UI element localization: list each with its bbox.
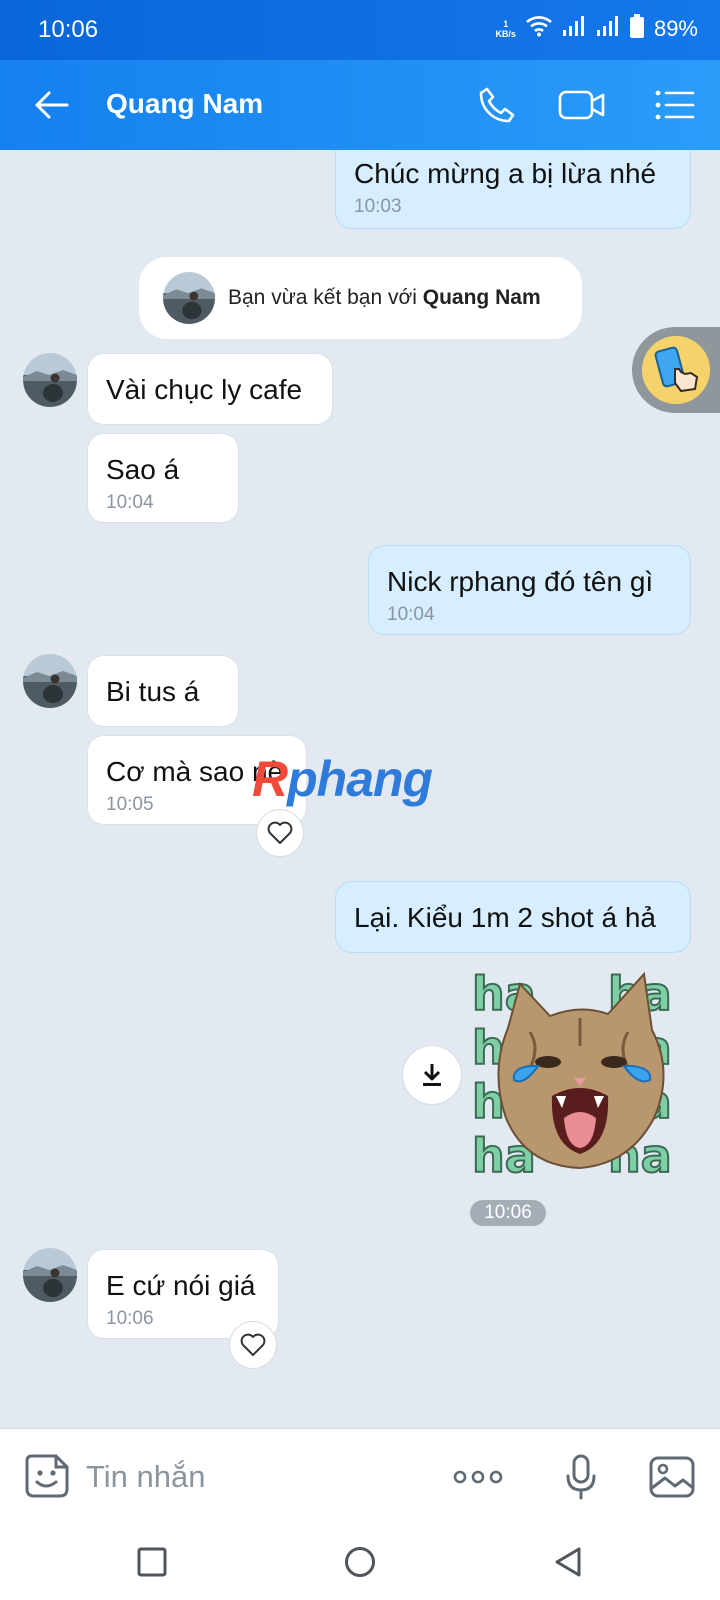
status-time: 10:06 [38, 16, 99, 43]
avatar[interactable] [163, 272, 215, 324]
message-bubble-incoming[interactable]: Vài chục ly cafe [88, 354, 332, 424]
phone-tap-icon [654, 346, 699, 393]
chat-area[interactable]: Chúc mừng a bị lừa nhé 10:03 Bạn vừa kết… [0, 150, 720, 1428]
video-call-icon [558, 90, 605, 120]
avatar[interactable] [23, 654, 77, 708]
status-bar: 10:06 1 KB/s 89% [0, 0, 720, 60]
recents-button[interactable] [128, 1538, 176, 1586]
status-icons: 1 KB/s 89% [495, 14, 698, 43]
system-nav-bar [0, 1524, 720, 1600]
more-dots-icon [453, 1470, 503, 1484]
back-arrow-icon [35, 91, 69, 119]
battery-percent: 89% [653, 15, 698, 41]
image-icon [649, 1456, 695, 1498]
react-heart-button[interactable] [230, 1322, 276, 1368]
emoji-button[interactable] [22, 1451, 72, 1501]
voice-message-button[interactable] [555, 1451, 607, 1503]
react-heart-button[interactable] [257, 810, 303, 856]
phone-icon [479, 87, 515, 123]
download-icon [423, 1064, 441, 1086]
triangle-back-icon [555, 1547, 581, 1577]
back-button[interactable] [28, 82, 76, 128]
friend-added-notice: Bạn vừa kết bạn với Quang Nam [139, 257, 582, 339]
message-bubble-outgoing[interactable]: Nick rphang đó tên gì 10:04 [369, 546, 690, 634]
message-bubble-incoming[interactable]: Sao á 10:04 [88, 434, 238, 522]
message-bubble-incoming[interactable]: Bi tus á [88, 656, 238, 726]
image-picker-button[interactable] [646, 1451, 698, 1503]
message-input[interactable] [86, 1453, 426, 1501]
home-button[interactable] [336, 1538, 384, 1586]
chat-header: Quang Nam [0, 60, 720, 150]
video-call-button[interactable] [553, 82, 611, 128]
more-options-button[interactable] [450, 1451, 506, 1503]
signal-icon [596, 15, 620, 42]
message-input-bar [0, 1428, 720, 1524]
voice-call-button[interactable] [472, 82, 522, 128]
microphone-icon [566, 1454, 596, 1500]
download-button[interactable] [403, 1046, 461, 1104]
floating-assistant-button[interactable] [632, 327, 720, 413]
wifi-icon [526, 15, 552, 42]
avatar[interactable] [23, 353, 77, 407]
message-bubble-outgoing[interactable]: Chúc mừng a bị lừa nhé 10:03 [336, 150, 690, 228]
square-icon [137, 1547, 167, 1577]
battery-icon [629, 14, 644, 43]
cat-laughing-sticker[interactable]: haha haha haha haha [468, 966, 692, 1184]
signal-icon [562, 15, 586, 42]
contact-name[interactable]: Quang Nam [106, 88, 263, 120]
heart-icon [240, 1333, 266, 1356]
circle-icon [345, 1547, 375, 1577]
back-nav-button[interactable] [544, 1538, 592, 1586]
watermark-logo: Rphang [252, 751, 433, 807]
avatar[interactable] [23, 1248, 77, 1302]
message-bubble-outgoing[interactable]: Lại. Kiểu 1m 2 shot á hả [336, 882, 690, 952]
menu-list-icon [655, 90, 695, 120]
sticker-emoji-icon [25, 1454, 69, 1498]
network-speed: 1 KB/s [495, 18, 516, 39]
sticker-time: 10:06 [470, 1200, 546, 1226]
heart-icon [267, 821, 293, 844]
menu-button[interactable] [650, 82, 700, 128]
